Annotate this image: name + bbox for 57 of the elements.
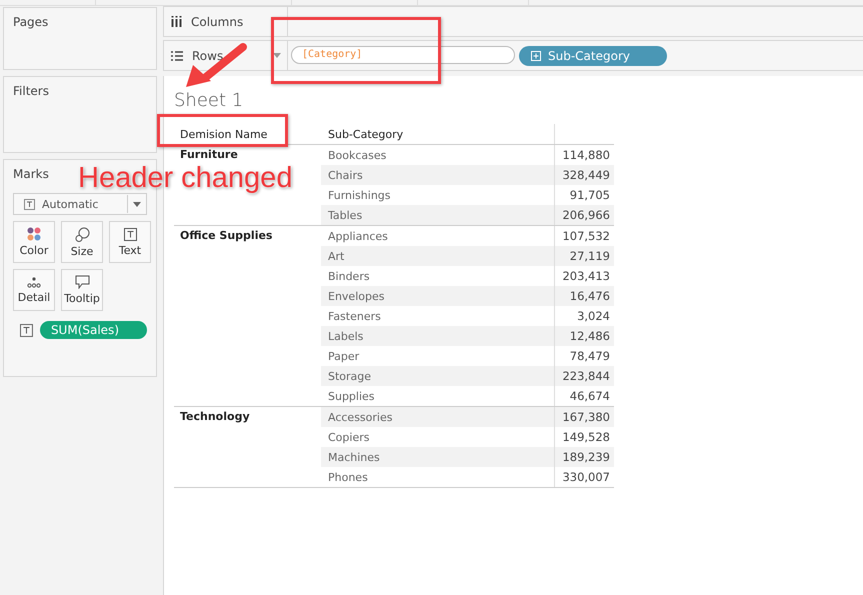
circles-icon xyxy=(74,226,90,242)
text-icon xyxy=(24,198,35,210)
detail-mark-button[interactable]: Detail xyxy=(13,269,55,311)
table-cell-text: Appliances xyxy=(327,230,389,242)
list-icon xyxy=(171,50,183,60)
dots-icon xyxy=(27,227,41,241)
sheet-title: Sheet 1 xyxy=(174,90,244,111)
table-cell-text: Labels xyxy=(327,330,364,342)
table-cell: 223,844 xyxy=(554,366,614,386)
table-cell-text: Tables xyxy=(327,208,364,222)
caret-icon xyxy=(133,202,141,206)
table-cell: 189,239 xyxy=(554,447,614,467)
annotation-text: Header changed xyxy=(78,162,292,195)
table-cell-text: Furnishings xyxy=(327,188,392,202)
table-cell: 27,119 xyxy=(554,246,614,266)
table-cell: 46,674 xyxy=(554,386,614,406)
table-cell-text: Fasteners xyxy=(327,310,382,322)
speech-bubble-icon xyxy=(74,275,90,289)
rows-label: Rows xyxy=(192,48,224,62)
filters-title: Filters xyxy=(13,84,49,98)
category-cell: Office Supplies xyxy=(180,229,272,242)
column-header: Demision Name xyxy=(179,128,268,143)
plus-box-icon xyxy=(531,50,541,60)
table-cell: 12,486 xyxy=(554,326,614,346)
table-cell-text: Phones xyxy=(327,470,369,484)
table-cell-text: Supplies xyxy=(327,390,376,402)
table-cell-text: Envelopes xyxy=(327,290,386,302)
table-cell-text: Accessories xyxy=(327,410,394,424)
table-cell-text: Paper xyxy=(327,350,360,362)
table-cell: 16,476 xyxy=(554,286,614,306)
table-cell: 330,007 xyxy=(554,467,614,487)
table-cell: 167,380 xyxy=(554,407,614,427)
text-icon xyxy=(124,228,136,240)
size-mark-button[interactable]: Size xyxy=(61,221,103,263)
pages-title: Pages xyxy=(13,15,48,29)
table-cell-text: Chairs xyxy=(327,168,364,182)
column-header: Sub-Category xyxy=(327,128,404,143)
category-cell: Furniture xyxy=(180,148,238,161)
columns-label: Columns xyxy=(191,14,244,28)
table-cell-text: Art xyxy=(327,250,346,262)
table-cell-text: Bookcases xyxy=(327,148,388,162)
color-mark-button[interactable]: Color xyxy=(13,221,55,263)
caret-icon xyxy=(273,53,281,58)
table-cell-text: Machines xyxy=(327,450,381,464)
table-cell: 328,449 xyxy=(554,165,614,185)
table-cell-text: Copiers xyxy=(327,430,370,444)
dots-icon xyxy=(27,276,41,288)
table-cell-text: Binders xyxy=(327,270,371,282)
category-cell: Technology xyxy=(180,410,250,423)
columns-icon xyxy=(171,16,182,27)
table-cell-text: Storage xyxy=(327,370,372,382)
table-cell: 206,966 xyxy=(554,205,614,225)
arrow xyxy=(186,43,247,87)
text-mark-button[interactable]: Text xyxy=(109,221,151,263)
mark-type-dropdown[interactable]: Automatic xyxy=(13,193,147,215)
tooltip-mark-button[interactable]: Tooltip xyxy=(61,269,103,311)
text-icon xyxy=(20,324,33,336)
